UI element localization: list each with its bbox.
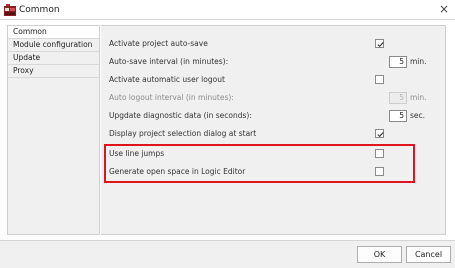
ok-button[interactable]: OK	[357, 246, 402, 263]
autosave-interval-label: Auto-save interval (in minutes):	[109, 57, 229, 66]
auto-logout-label: Activate automatic user logout	[109, 75, 225, 84]
auto-logout-row: Activate automatic user logout	[101, 74, 446, 88]
open-space-label: Generate open space in Logic Editor	[109, 167, 246, 176]
window-title: Common	[19, 5, 60, 15]
line-jumps-label: Use line jumps	[109, 149, 165, 158]
diagnostic-label: Upgdate diagnostic data (in seconds):	[109, 111, 252, 120]
diagnostic-unit: sec.	[410, 111, 426, 120]
close-icon[interactable]: ×	[437, 2, 451, 17]
settings-panel: Activate project auto-save Auto-save int…	[101, 25, 446, 235]
line-jumps-row: Use line jumps	[101, 148, 446, 162]
line-jumps-checkbox[interactable]	[375, 149, 384, 158]
logout-interval-row: Auto logout interval (in minutes): 5 min…	[101, 92, 446, 106]
nav-item-common[interactable]: Common	[8, 26, 99, 39]
cancel-button[interactable]: Cancel	[406, 246, 451, 263]
open-space-checkbox[interactable]	[375, 167, 384, 176]
auto-logout-checkbox[interactable]	[375, 75, 384, 84]
selection-dialog-label: Display project selection dialog at star…	[109, 129, 257, 138]
nav-item-update[interactable]: Update	[8, 52, 99, 65]
title-bar: Common ×	[0, 0, 455, 20]
logout-interval-input: 5	[389, 92, 407, 104]
nav-item-proxy[interactable]: Proxy	[8, 65, 99, 78]
settings-nav: Common Module configuration Update Proxy	[7, 25, 100, 235]
autosave-interval-input[interactable]: 5	[389, 56, 407, 68]
logout-interval-unit: min.	[410, 93, 427, 102]
autosave-interval-unit: min.	[410, 57, 427, 66]
open-space-row: Generate open space in Logic Editor	[101, 166, 446, 180]
selection-dialog-checkbox[interactable]	[375, 129, 384, 138]
autosave-row: Activate project auto-save	[101, 38, 446, 52]
autosave-interval-row: Auto-save interval (in minutes): 5 min.	[101, 56, 446, 70]
autosave-checkbox[interactable]	[375, 39, 384, 48]
dialog-footer: OK Cancel	[0, 240, 455, 268]
diagnostic-row: Upgdate diagnostic data (in seconds): 5 …	[101, 110, 446, 124]
selection-dialog-row: Display project selection dialog at star…	[101, 128, 446, 142]
checkmark-icon	[377, 132, 384, 138]
checkmark-icon	[377, 42, 384, 48]
autosave-label: Activate project auto-save	[109, 39, 208, 48]
logout-interval-label: Auto logout interval (in minutes):	[109, 93, 234, 102]
nav-item-module-configuration[interactable]: Module configuration	[8, 39, 99, 52]
diagnostic-input[interactable]: 5	[389, 110, 407, 122]
app-icon	[4, 4, 16, 16]
